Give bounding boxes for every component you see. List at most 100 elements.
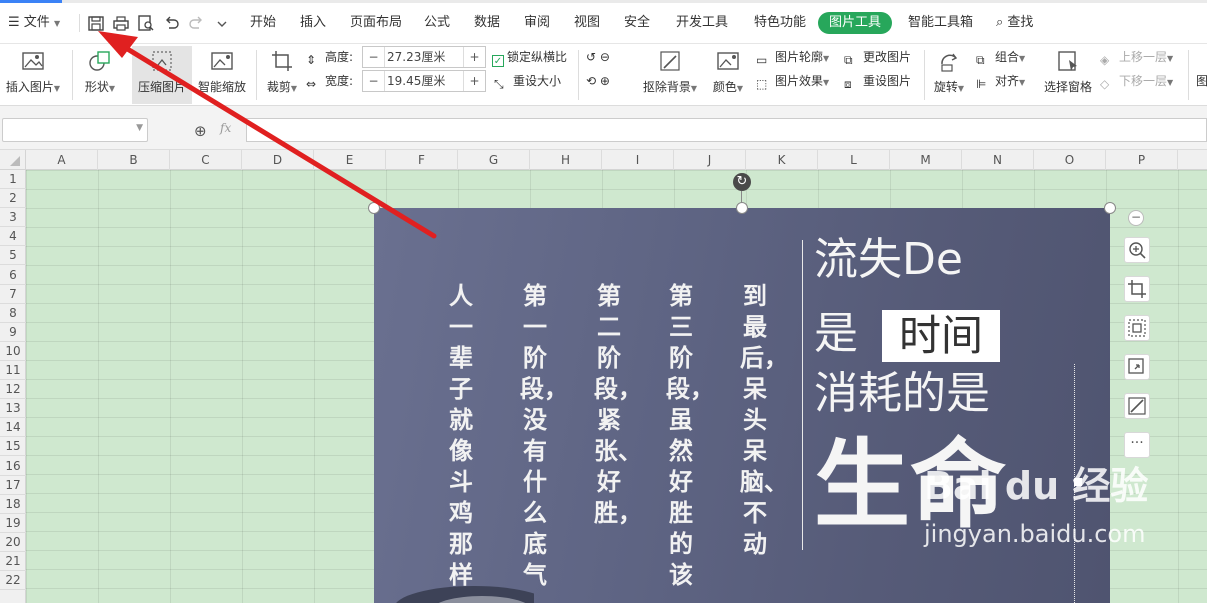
row-header-6[interactable]: 6: [0, 266, 26, 285]
compress-picture-button[interactable]: 压缩图片: [132, 46, 192, 104]
selection-pane-button[interactable]: 选择窗格: [1040, 46, 1096, 104]
name-box[interactable]: ▼: [2, 118, 148, 142]
column-header-m[interactable]: M: [890, 150, 962, 170]
reset-size-button[interactable]: ⤡ 重设大小: [494, 71, 561, 91]
row-header-12[interactable]: 12: [0, 380, 26, 400]
reset-picture-button[interactable]: ⧈ 重设图片: [844, 71, 911, 91]
rotate-handle-icon[interactable]: ↻: [733, 173, 751, 191]
row-header-4[interactable]: 4: [0, 227, 26, 247]
row-header-3[interactable]: 3: [0, 208, 26, 228]
row-header-16[interactable]: 16: [0, 457, 26, 476]
tab-security[interactable]: 安全: [624, 12, 650, 34]
quick-access-dropdown-icon[interactable]: [212, 12, 232, 34]
row-header-9[interactable]: 9: [0, 323, 26, 342]
row-header-1[interactable]: 1: [0, 170, 26, 189]
row-header-7[interactable]: 7: [0, 285, 26, 304]
width-value[interactable]: 19.45厘米: [387, 71, 455, 91]
more-tools-icon[interactable]: ···: [1124, 432, 1150, 458]
save-icon[interactable]: [86, 12, 106, 34]
print-preview-icon[interactable]: [136, 12, 156, 34]
column-header-c[interactable]: C: [170, 150, 242, 170]
formula-input[interactable]: [246, 118, 1207, 142]
zoom-formula-icon[interactable]: ⊕: [194, 122, 207, 140]
change-picture-tool[interactable]: [1124, 354, 1150, 380]
row-header-14[interactable]: 14: [0, 418, 26, 438]
picture-outline-button[interactable]: ▭ 图片轮廓▼: [756, 47, 829, 67]
tab-picture-tools[interactable]: 图片工具: [818, 12, 892, 34]
crop-tool[interactable]: [1124, 276, 1150, 302]
tab-developer[interactable]: 开发工具: [676, 12, 728, 34]
search-button[interactable]: ⌕ 查找: [996, 12, 1033, 34]
row-header-17[interactable]: 17: [0, 476, 26, 495]
tab-home[interactable]: 开始: [250, 12, 276, 34]
tab-data[interactable]: 数据: [474, 12, 500, 34]
column-header-l[interactable]: L: [818, 150, 890, 170]
zoom-in-tool[interactable]: [1124, 237, 1150, 263]
crop-button[interactable]: 裁剪▼: [262, 46, 302, 104]
column-header-k[interactable]: K: [746, 150, 818, 170]
select-all-corner[interactable]: [0, 150, 26, 170]
align-button[interactable]: ⊫ 对齐▼: [976, 71, 1025, 91]
height-value[interactable]: 27.23厘米: [387, 47, 455, 67]
print-icon[interactable]: [111, 12, 131, 34]
change-picture-button[interactable]: ⧉ 更改图片: [844, 47, 911, 67]
send-backward-button[interactable]: ◇ 下移一层▼: [1100, 71, 1173, 91]
tab-formula[interactable]: 公式: [424, 12, 450, 34]
width-increment-button[interactable]: +: [463, 71, 485, 91]
row-header-11[interactable]: 11: [0, 361, 26, 380]
row-header-13[interactable]: 13: [0, 399, 26, 419]
resize-handle-top[interactable]: [736, 202, 748, 214]
tab-page-layout[interactable]: 页面布局: [350, 12, 402, 34]
column-header-f[interactable]: F: [386, 150, 458, 170]
column-header-d[interactable]: D: [242, 150, 314, 170]
column-header-g[interactable]: G: [458, 150, 530, 170]
fx-label[interactable]: fx: [220, 121, 231, 135]
resize-handle-top-left[interactable]: [368, 202, 380, 214]
shape-button[interactable]: 形状▼: [80, 46, 120, 104]
bring-forward-button[interactable]: ◈ 上移一层▼: [1100, 47, 1173, 67]
column-header-j[interactable]: J: [674, 150, 746, 170]
column-header-b[interactable]: B: [98, 150, 170, 170]
ribbon-overflow-label[interactable]: 图: [1196, 71, 1207, 91]
row-header-19[interactable]: 19: [0, 514, 26, 533]
collapse-icon[interactable]: −: [1128, 210, 1144, 226]
row-header-22[interactable]: 22: [0, 571, 26, 591]
tab-view[interactable]: 视图: [574, 12, 600, 34]
undo-icon[interactable]: [162, 12, 182, 34]
resize-handle-top-right[interactable]: [1104, 202, 1116, 214]
height-spinner[interactable]: − 27.23厘米 +: [362, 46, 486, 68]
width-spinner[interactable]: − 19.45厘米 +: [362, 70, 486, 92]
row-header-18[interactable]: 18: [0, 495, 26, 514]
row-header-8[interactable]: 8: [0, 304, 26, 323]
picture-effect-button[interactable]: ⬚ 图片效果▼: [756, 71, 829, 91]
file-menu[interactable]: ☰ 文件 ▼: [8, 12, 60, 34]
row-header-15[interactable]: 15: [0, 437, 26, 457]
column-header-n[interactable]: N: [962, 150, 1034, 170]
tab-insert[interactable]: 插入: [300, 12, 326, 34]
rotate-small-icons[interactable]: ↺ ⊖: [586, 47, 610, 67]
flip-small-icons[interactable]: ⟲ ⊕: [586, 71, 610, 91]
group-button[interactable]: ⧉ 组合▼: [976, 47, 1025, 67]
row-header-20[interactable]: 20: [0, 533, 26, 552]
height-increment-button[interactable]: +: [463, 47, 485, 67]
row-header-10[interactable]: 10: [0, 342, 26, 361]
smart-zoom-button[interactable]: 智能缩放: [196, 46, 248, 104]
rotate-button[interactable]: 旋转▼: [930, 46, 968, 104]
remove-background-tool[interactable]: [1124, 393, 1150, 419]
row-header-21[interactable]: 21: [0, 552, 26, 571]
redo-icon[interactable]: [186, 12, 206, 34]
tab-features[interactable]: 特色功能: [754, 12, 806, 34]
width-decrement-button[interactable]: −: [363, 71, 385, 91]
tab-review[interactable]: 审阅: [524, 12, 550, 34]
color-button[interactable]: 颜色▼: [708, 46, 748, 104]
lock-ratio-checkbox[interactable]: ✓ 锁定纵横比: [492, 47, 567, 67]
tab-smart-toolbox[interactable]: 智能工具箱: [908, 12, 973, 34]
column-header-a[interactable]: A: [26, 150, 98, 170]
column-header-p[interactable]: P: [1106, 150, 1178, 170]
height-decrement-button[interactable]: −: [363, 47, 385, 67]
column-header-i[interactable]: I: [602, 150, 674, 170]
column-header-h[interactable]: H: [530, 150, 602, 170]
compress-tool[interactable]: [1124, 315, 1150, 341]
insert-picture-button[interactable]: 插入图片▼: [4, 46, 62, 104]
column-header-e[interactable]: E: [314, 150, 386, 170]
